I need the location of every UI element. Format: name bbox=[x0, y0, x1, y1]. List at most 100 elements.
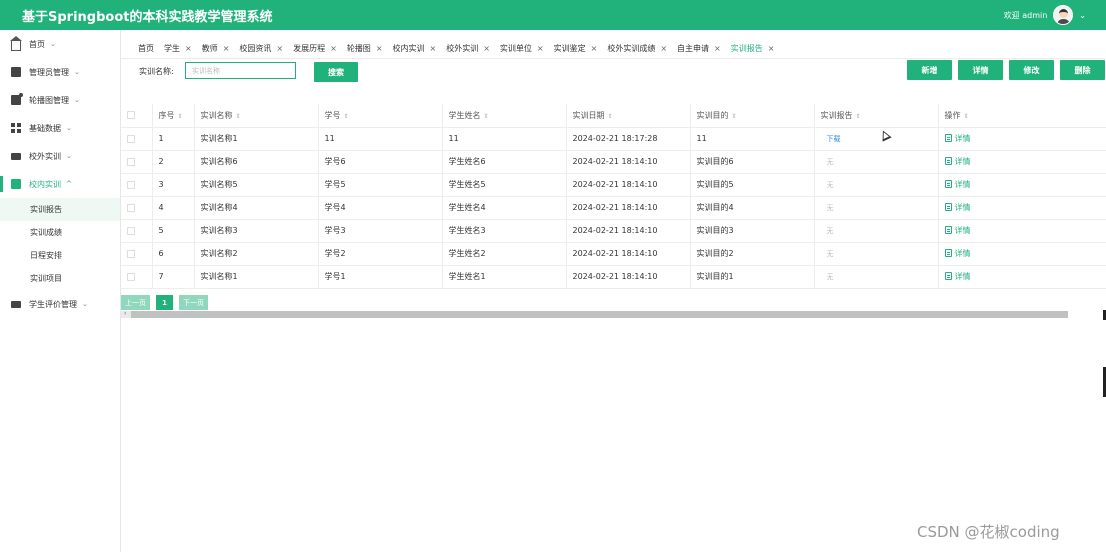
sidebar-subitem-score[interactable]: 实训成绩 bbox=[0, 221, 120, 244]
sidebar-subitem-project[interactable]: 实训项目 bbox=[0, 267, 120, 290]
close-icon[interactable]: × bbox=[537, 44, 544, 53]
chevron-down-icon[interactable]: ⌄ bbox=[1079, 11, 1086, 20]
column-header[interactable]: 学号 ⇕ bbox=[318, 104, 443, 128]
row-detail-link[interactable]: 详情 bbox=[944, 133, 971, 144]
row-detail-link[interactable]: 详情 bbox=[944, 156, 971, 167]
row-detail-link[interactable]: 详情 bbox=[944, 202, 971, 213]
row-detail-link[interactable]: 详情 bbox=[944, 179, 971, 190]
prev-page-button[interactable]: 上一页 bbox=[121, 295, 150, 310]
table-row[interactable]: 4 实训名称4 学号4 学生姓名4 2024-02-21 18:14:10 实训目的4 无 详… bbox=[121, 196, 1106, 220]
sidebar-item-carousel[interactable]: 轮播图管理 ⌄ bbox=[0, 86, 120, 114]
cell-student-name: 学生姓名3 bbox=[442, 219, 567, 243]
search-button[interactable]: 搜索 bbox=[314, 62, 358, 82]
row-detail-link[interactable]: 详情 bbox=[944, 271, 971, 282]
tab-3[interactable]: 校园资讯 × bbox=[239, 43, 283, 54]
cell-name: 实训名称4 bbox=[194, 196, 319, 220]
next-page-button[interactable]: 下一页 bbox=[179, 295, 208, 310]
cell-report: 无 bbox=[814, 242, 939, 266]
tab-7[interactable]: 校外实训 × bbox=[446, 43, 490, 54]
table-row[interactable]: 7 实训名称1 学号1 学生姓名1 2024-02-21 18:14:10 实训目的1 无 详… bbox=[121, 265, 1106, 289]
column-header[interactable]: 实训名称 ⇕ bbox=[194, 104, 319, 128]
tab-1[interactable]: 学生 × bbox=[164, 43, 192, 54]
cell-student-id: 学号4 bbox=[318, 196, 443, 220]
sidebar-subitem-schedule[interactable]: 日程安排 bbox=[0, 244, 120, 267]
close-icon[interactable]: × bbox=[276, 44, 283, 53]
table-row[interactable]: 2 实训名称6 学号6 学生姓名6 2024-02-21 18:14:10 实训目的6 无 详… bbox=[121, 150, 1106, 174]
column-header[interactable]: 实训报告 ⇕ bbox=[814, 104, 939, 128]
table-row[interactable]: 6 实训名称2 学号2 学生姓名2 2024-02-21 18:14:10 实训目的2 无 详… bbox=[121, 242, 1106, 266]
detail-button[interactable]: 详情 bbox=[958, 60, 1003, 80]
page-number-button[interactable]: 1 bbox=[156, 295, 173, 310]
search-input[interactable] bbox=[185, 62, 296, 79]
sidebar-item-external-training[interactable]: 校外实训 ⌄ bbox=[0, 142, 120, 170]
sidebar-item-basic-data[interactable]: 基础数据 ⌄ bbox=[0, 114, 120, 142]
tab-2[interactable]: 教师 × bbox=[202, 43, 230, 54]
sidebar-item-home[interactable]: 首页 ⌄ bbox=[0, 30, 120, 58]
sidebar-subitem-report[interactable]: 实训报告 bbox=[0, 198, 120, 221]
tab-label: 发展历程 bbox=[293, 43, 326, 53]
sidebar-item-student-eval[interactable]: 学生评价管理 ⌄ bbox=[0, 290, 120, 318]
close-icon[interactable]: × bbox=[768, 44, 775, 53]
close-icon[interactable]: × bbox=[330, 44, 337, 53]
row-detail-link[interactable]: 详情 bbox=[944, 225, 971, 236]
horizontal-scrollbar[interactable]: ‹ bbox=[121, 310, 1068, 318]
cell-no: 1 bbox=[152, 127, 195, 151]
close-icon[interactable]: × bbox=[483, 44, 490, 53]
chevron-down-icon: ⌄ bbox=[66, 124, 72, 132]
column-header[interactable]: 学生姓名 ⇕ bbox=[442, 104, 567, 128]
tab-8[interactable]: 实训单位 × bbox=[500, 43, 544, 54]
table-row[interactable]: 5 实训名称3 学号3 学生姓名3 2024-02-21 18:14:10 实训目的3 无 详… bbox=[121, 219, 1106, 243]
cell-purpose: 实训目的5 bbox=[690, 173, 815, 197]
user-menu[interactable]: 欢迎 admin ⌄ bbox=[1004, 0, 1086, 30]
column-header[interactable]: 操作 ⇕ bbox=[938, 104, 1106, 128]
row-checkbox[interactable] bbox=[127, 157, 135, 166]
close-icon[interactable]: × bbox=[714, 44, 721, 53]
table-row[interactable]: 3 实训名称5 学号5 学生姓名5 2024-02-21 18:14:10 实训目的5 无 详… bbox=[121, 173, 1106, 197]
no-report-text: 无 bbox=[826, 203, 834, 212]
edit-button[interactable]: 修改 bbox=[1009, 60, 1054, 80]
select-all-checkbox[interactable] bbox=[121, 104, 153, 128]
column-header[interactable]: 实训目的 ⇕ bbox=[690, 104, 815, 128]
cell-student-id: 学号5 bbox=[318, 173, 443, 197]
row-checkbox[interactable] bbox=[127, 134, 135, 143]
tab-5[interactable]: 轮播图 × bbox=[347, 43, 383, 54]
column-header[interactable]: 序号 ⇕ bbox=[152, 104, 195, 128]
cell-student-name: 学生姓名4 bbox=[442, 196, 567, 220]
close-icon[interactable]: × bbox=[591, 44, 598, 53]
scrollbar-thumb[interactable] bbox=[131, 311, 1068, 318]
tab-9[interactable]: 实训鉴定 × bbox=[554, 43, 598, 54]
column-header[interactable]: 实训日期 ⇕ bbox=[566, 104, 691, 128]
table-row[interactable]: 1 实训名称1 11 11 2024-02-21 18:17:28 11 下载 详情 bbox=[121, 127, 1106, 151]
row-checkbox[interactable] bbox=[127, 272, 135, 281]
cell-date: 2024-02-21 18:14:10 bbox=[566, 196, 691, 220]
tab-4[interactable]: 发展历程 × bbox=[293, 43, 337, 54]
sidebar: 首页 ⌄ 管理员管理 ⌄ 轮播图管理 ⌄ 基础数据 ⌄ 校外实训 ⌄ 校内实训 … bbox=[0, 30, 121, 552]
cell-select bbox=[121, 196, 153, 220]
cell-report: 无 bbox=[814, 196, 939, 220]
tab-10[interactable]: 校外实训成绩 × bbox=[607, 43, 667, 54]
close-icon[interactable]: × bbox=[376, 44, 383, 53]
avatar[interactable] bbox=[1053, 5, 1074, 25]
row-detail-link[interactable]: 详情 bbox=[944, 248, 971, 259]
close-icon[interactable]: × bbox=[660, 44, 667, 53]
sidebar-item-internal-training[interactable]: 校内实训 ^ bbox=[0, 170, 120, 198]
row-checkbox[interactable] bbox=[127, 226, 135, 235]
tab-12[interactable]: 实训报告 × bbox=[731, 43, 775, 54]
close-icon[interactable]: × bbox=[223, 44, 230, 53]
close-icon[interactable]: × bbox=[430, 44, 437, 53]
pagination: 上一页 1 下一页 bbox=[121, 295, 214, 310]
row-checkbox[interactable] bbox=[127, 203, 135, 212]
scroll-left-icon[interactable]: ‹ bbox=[124, 310, 126, 317]
close-icon[interactable]: × bbox=[185, 44, 192, 53]
row-checkbox[interactable] bbox=[127, 249, 135, 258]
chevron-up-icon: ^ bbox=[66, 180, 72, 188]
row-checkbox[interactable] bbox=[127, 180, 135, 189]
delete-button[interactable]: 删除 bbox=[1060, 60, 1105, 80]
sidebar-item-admin[interactable]: 管理员管理 ⌄ bbox=[0, 58, 120, 86]
tab-6[interactable]: 校内实训 × bbox=[393, 43, 437, 54]
tab-0[interactable]: 首页 bbox=[138, 43, 154, 54]
download-link[interactable]: 下载 bbox=[827, 135, 841, 143]
add-button[interactable]: 新增 bbox=[907, 60, 952, 80]
cell-student-name: 学生姓名5 bbox=[442, 173, 567, 197]
tab-11[interactable]: 自主申请 × bbox=[677, 43, 721, 54]
